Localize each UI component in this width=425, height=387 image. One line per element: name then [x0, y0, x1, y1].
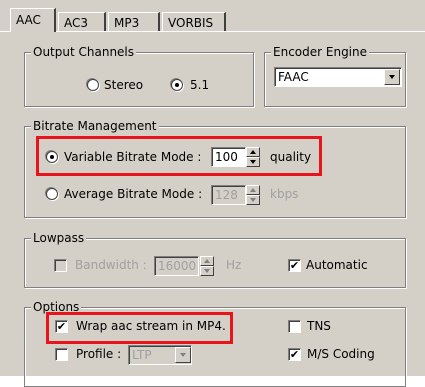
tab-ac3-label: AC3 [64, 16, 89, 30]
spin-up-button[interactable] [246, 185, 260, 195]
arrow-up-icon [250, 188, 256, 192]
abr-bitrate-input[interactable]: 128 [211, 185, 246, 205]
bandwidth-unit-label: Hz [226, 258, 242, 272]
aac-settings-window: AAC AC3 MP3 VORBIS Output Channels Stere… [0, 0, 425, 387]
highlight-wrap-mp4 [46, 312, 233, 344]
bitrate-management-title: Bitrate Management [31, 119, 159, 133]
output-channels-title: Output Channels [31, 45, 137, 59]
abr-bitrate-spinner[interactable] [246, 185, 260, 205]
encoder-engine-dropdown-button[interactable] [384, 69, 400, 85]
encoder-engine-title: Encoder Engine [271, 45, 370, 59]
bandwidth-input[interactable]: 16000 [154, 256, 199, 276]
chevron-down-icon [180, 353, 186, 357]
arrow-down-icon [250, 198, 256, 202]
profile-dropdown-button[interactable] [175, 347, 191, 363]
radio-selected-dot [175, 83, 179, 87]
abr-radio[interactable] [46, 188, 58, 200]
arrow-up-icon [204, 259, 210, 263]
ms-coding-label[interactable]: M/S Coding [307, 346, 375, 362]
bandwidth-label[interactable]: Bandwidth : [75, 257, 147, 273]
profile-value: LTP [132, 348, 152, 362]
bandwidth-spinner[interactable] [200, 256, 214, 276]
arrow-down-icon [204, 269, 210, 273]
abr-unit-label: kbps [270, 187, 299, 201]
spin-down-button[interactable] [246, 195, 260, 205]
bandwidth-checkbox[interactable] [54, 259, 67, 272]
tns-checkbox[interactable] [288, 320, 301, 333]
spin-up-button[interactable] [200, 256, 214, 266]
tab-mp3-label: MP3 [114, 16, 140, 30]
profile-checkbox[interactable] [55, 348, 68, 361]
profile-label[interactable]: Profile : [76, 346, 121, 362]
tab-vorbis-label: VORBIS [168, 16, 214, 30]
tab-aac[interactable]: AAC [10, 8, 56, 32]
automatic-checkbox[interactable]: ✔ [288, 259, 301, 272]
stereo-label[interactable]: Stereo [104, 77, 143, 93]
tns-label[interactable]: TNS [307, 318, 331, 334]
tab-vorbis[interactable]: VORBIS [162, 12, 226, 32]
stereo-radio[interactable] [87, 79, 99, 91]
tab-aac-label: AAC [16, 13, 41, 27]
encoder-engine-select[interactable]: FAAC [274, 67, 402, 87]
lowpass-title: Lowpass [31, 231, 87, 245]
chevron-down-icon [389, 75, 395, 79]
tab-ac3[interactable]: AC3 [58, 12, 106, 32]
tab-mp3[interactable]: MP3 [108, 12, 160, 32]
surround-5-1-label[interactable]: 5.1 [190, 77, 209, 93]
tab-panel-border [0, 31, 425, 32]
automatic-label[interactable]: Automatic [306, 257, 368, 273]
spin-down-button[interactable] [200, 266, 214, 276]
abr-label[interactable]: Average Bitrate Mode : [64, 186, 202, 202]
highlight-vbr-row [36, 136, 322, 176]
surround-5-1-radio[interactable] [171, 79, 183, 91]
ms-coding-checkbox[interactable]: ✔ [288, 348, 301, 361]
encoder-engine-value: FAAC [278, 70, 309, 84]
